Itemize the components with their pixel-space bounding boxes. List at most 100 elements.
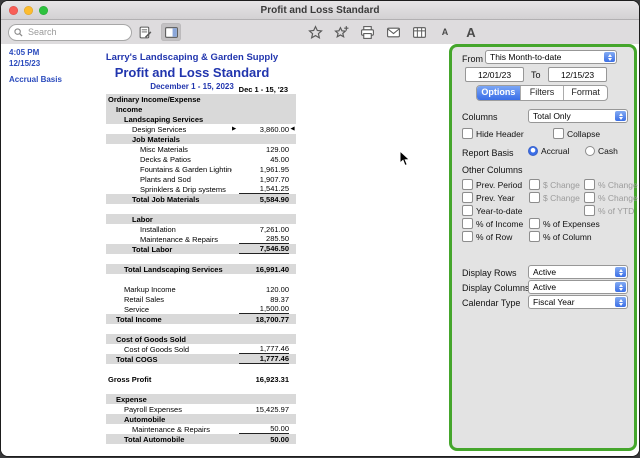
row-value[interactable]: 45.00 [239, 155, 289, 164]
row-label: Total Job Materials [132, 194, 200, 204]
tab-filters[interactable]: Filters [521, 86, 565, 100]
other-columns-checkbox[interactable]: Prev. Period [462, 178, 529, 191]
row-value[interactable]: 16,991.40 [239, 265, 289, 274]
cash-label: Cash [598, 146, 618, 156]
row-value[interactable]: 50.00 [239, 424, 289, 434]
row-label: Ordinary Income/Expense [108, 94, 201, 104]
other-columns-label: Other Columns [462, 165, 523, 175]
minimize-window-icon[interactable] [24, 6, 33, 15]
row-value[interactable]: 7,546.50 [239, 244, 289, 254]
row-label: Installation [140, 224, 176, 234]
columns-dropdown[interactable]: Total Only [528, 109, 628, 123]
checkbox-icon[interactable] [529, 231, 540, 242]
row-value[interactable]: 18,700.77 [239, 315, 289, 324]
checkbox-icon[interactable] [462, 128, 473, 139]
row-value[interactable]: 1,500.00 [239, 304, 289, 314]
other-columns-checkbox[interactable]: % of YTD [584, 204, 638, 217]
tab-format[interactable]: Format [564, 86, 607, 100]
other-columns-checkbox[interactable]: % of Row [462, 230, 529, 243]
checkbox-label: % Change [598, 192, 638, 203]
titlebar[interactable]: Profit and Loss Standard [1, 1, 639, 20]
checkbox-icon[interactable] [584, 192, 595, 203]
other-columns-checkbox[interactable]: $ Change [529, 191, 584, 204]
checkbox-icon[interactable] [584, 205, 595, 216]
stepper-icon [615, 267, 626, 277]
zoom-window-icon[interactable] [39, 6, 48, 15]
report-row: Sprinklers & Drip systems 1,541.25 [106, 184, 296, 194]
checkbox-icon[interactable] [584, 179, 595, 190]
row-value[interactable]: 1,541.25 [239, 184, 289, 194]
row-label: Cost of Goods Sold [124, 344, 190, 354]
to-date-field[interactable]: 12/15/23 [548, 67, 607, 82]
from-label: From [462, 54, 483, 64]
collapse-checkbox[interactable]: Collapse [553, 128, 600, 139]
report-time: 4:05 PM [9, 48, 40, 57]
row-value[interactable]: 5,584.90 [239, 195, 289, 204]
other-columns-grid: Prev. Period $ Change % Change Prev. Year $ … [462, 178, 638, 243]
report-row: Design Services ▶ 3,860.00 ◀ [106, 124, 296, 134]
display-rows-dropdown[interactable]: Active [528, 265, 628, 279]
calendar-type-dropdown[interactable]: Fiscal Year [528, 295, 628, 309]
star-plus-icon [333, 25, 348, 38]
other-columns-checkbox[interactable]: Prev. Year [462, 191, 529, 204]
date-range-dropdown[interactable]: This Month-to-date [485, 50, 617, 64]
row-value[interactable]: 89.37 [239, 295, 289, 304]
customize-report-icon [139, 26, 151, 38]
print-button[interactable] [357, 23, 377, 41]
register-button[interactable] [409, 23, 429, 41]
other-columns-checkbox[interactable]: % of Column [529, 230, 592, 243]
customize-report-button[interactable] [135, 23, 155, 41]
row-label: Income [116, 104, 143, 114]
increase-font-button[interactable]: A [461, 23, 481, 41]
row-value[interactable]: 3,860.00 [239, 125, 289, 134]
cash-radio[interactable]: Cash [585, 146, 618, 156]
hide-header-checkbox[interactable]: Hide Header [462, 128, 524, 139]
other-columns-checkbox[interactable]: % of Expenses [529, 217, 600, 230]
decrease-font-button[interactable]: A [435, 23, 455, 41]
report-row: Service 1,500.00 [106, 304, 296, 314]
search-box[interactable] [8, 23, 132, 41]
report-row: Labor [106, 214, 296, 224]
checkbox-icon[interactable] [462, 205, 473, 216]
row-value[interactable]: 16,923.31 [239, 375, 289, 384]
other-columns-checkbox[interactable]: % of Income [462, 217, 529, 230]
checkbox-icon[interactable] [462, 179, 473, 190]
row-value[interactable]: 1,961.95 [239, 165, 289, 174]
other-columns-checkbox[interactable]: % Change [584, 191, 638, 204]
row-value[interactable]: 120.00 [239, 285, 289, 294]
other-columns-checkbox[interactable]: $ Change [529, 178, 584, 191]
search-input[interactable] [26, 26, 112, 38]
row-value[interactable]: 1,777.46 [239, 344, 289, 354]
accrual-radio[interactable]: Accrual [528, 146, 569, 156]
checkbox-icon[interactable] [462, 218, 473, 229]
favorite-button[interactable] [305, 23, 325, 41]
add-favorite-button[interactable] [331, 23, 351, 41]
other-columns-checkbox[interactable]: Year-to-date [462, 204, 529, 217]
tab-options[interactable]: Options [477, 86, 521, 100]
row-value[interactable]: 129.00 [239, 145, 289, 154]
checkbox-icon[interactable] [529, 192, 540, 203]
checkbox-icon[interactable] [462, 231, 473, 242]
from-date-field[interactable]: 12/01/23 [465, 67, 524, 82]
report-meta: 4:05 PM 12/15/23 Accrual Basis [9, 47, 62, 85]
checkbox-icon[interactable] [529, 179, 540, 190]
checkbox-label: $ Change [543, 179, 580, 190]
radio-unselected-icon[interactable] [585, 146, 595, 156]
row-value[interactable]: 285.50 [239, 234, 289, 244]
row-value[interactable]: 1,777.46 [239, 354, 289, 364]
row-value[interactable]: 15,425.97 [239, 405, 289, 414]
row-value[interactable]: 7,261.00 [239, 225, 289, 234]
row-value[interactable]: 50.00 [239, 435, 289, 444]
close-window-icon[interactable] [9, 6, 18, 15]
row-label: Landscaping Services [124, 114, 204, 124]
row-value[interactable]: 1,907.70 [239, 175, 289, 184]
radio-selected-icon[interactable] [528, 146, 538, 156]
checkbox-icon[interactable] [529, 218, 540, 229]
checkbox-icon[interactable] [462, 192, 473, 203]
email-button[interactable] [383, 23, 403, 41]
checkbox-icon[interactable] [553, 128, 564, 139]
display-columns-dropdown[interactable]: Active [528, 280, 628, 294]
report-row: Total Automobile 50.00 [106, 434, 296, 444]
toggle-options-panel-button[interactable] [161, 23, 181, 41]
other-columns-checkbox[interactable]: % Change [584, 178, 638, 191]
